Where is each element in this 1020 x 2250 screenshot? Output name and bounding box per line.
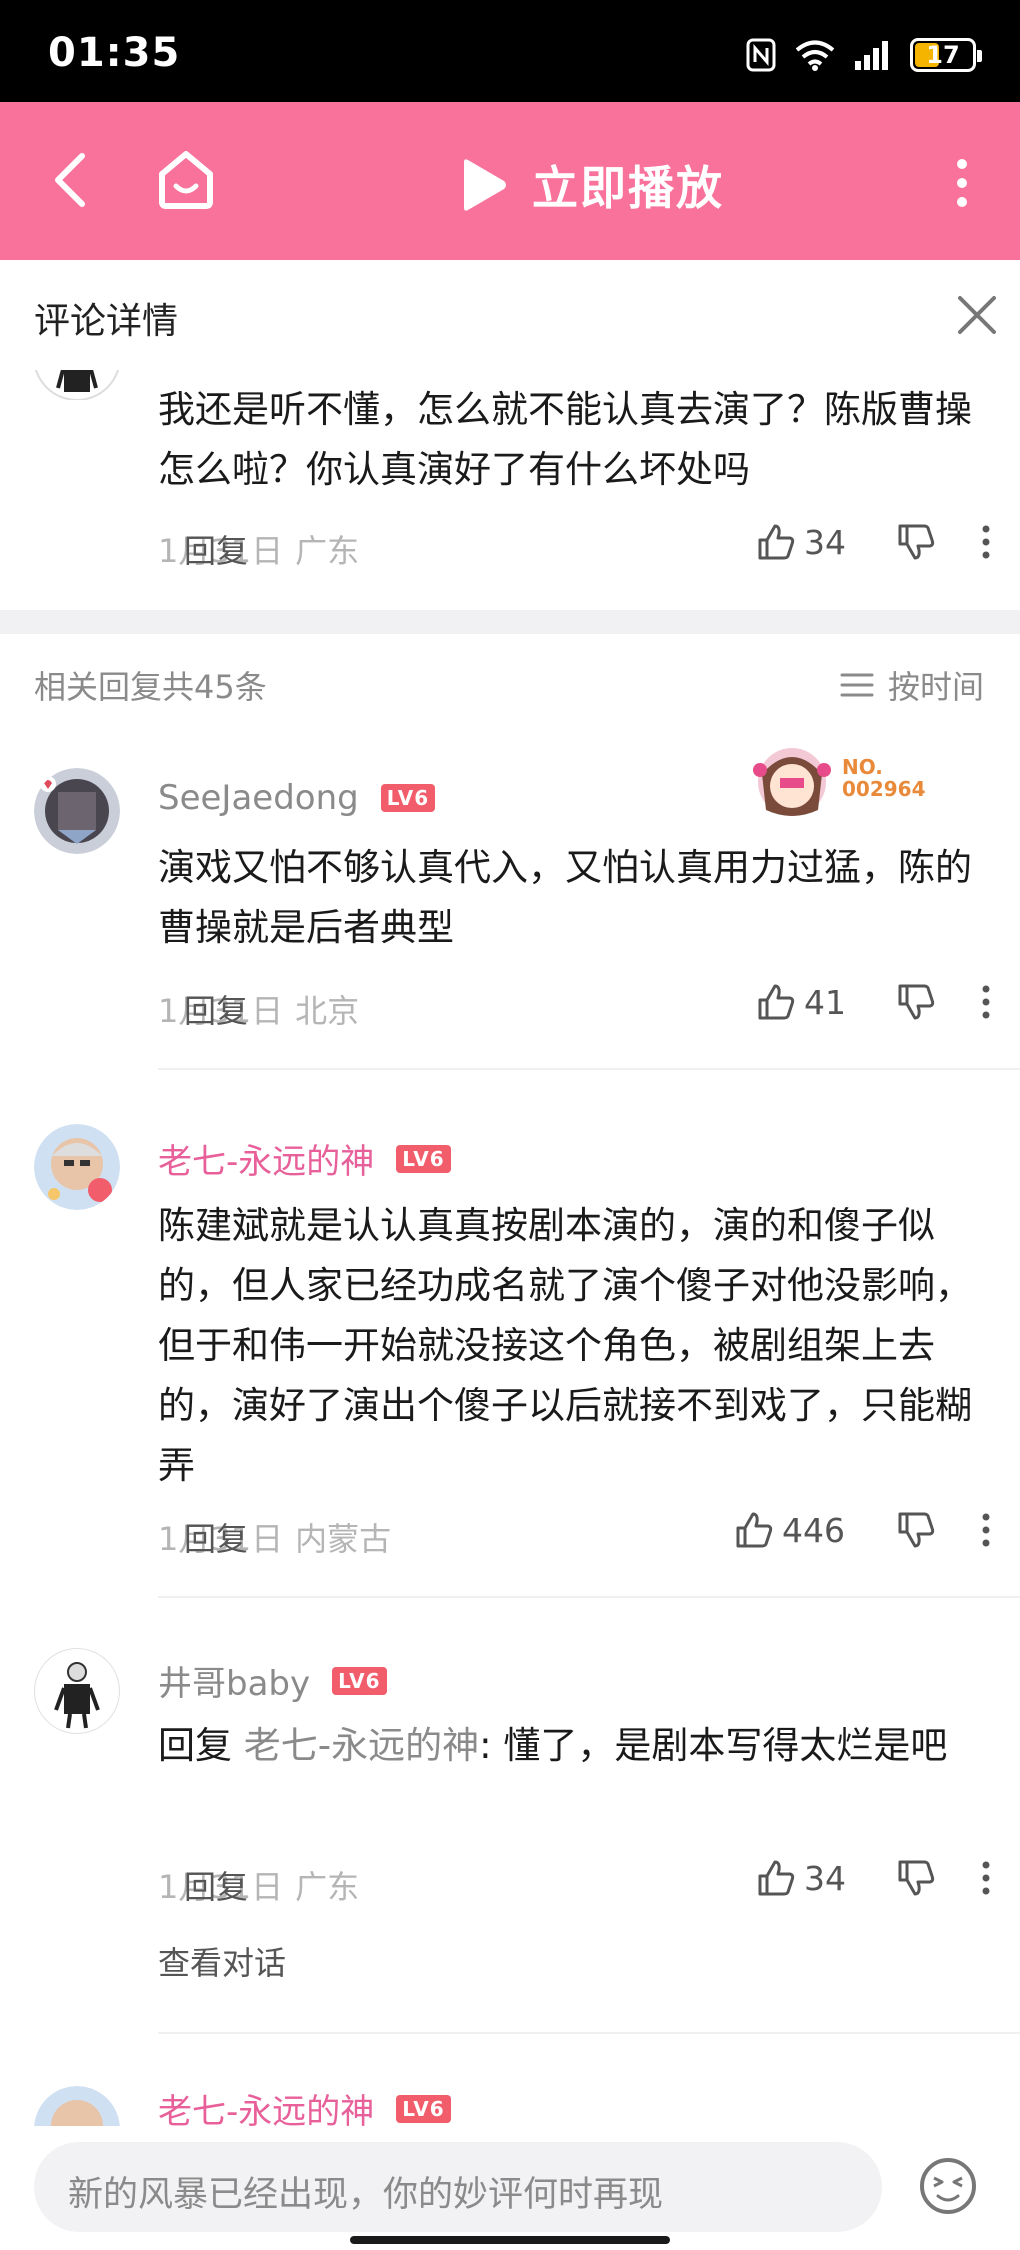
dislike-icon[interactable] bbox=[896, 522, 936, 562]
reply-username[interactable]: SeeJaedong LV6 bbox=[158, 778, 436, 818]
reply-to-username[interactable]: 老七-永远的神 bbox=[244, 1724, 479, 1767]
reply-meta: 1月31日 内蒙古 回复 bbox=[158, 1514, 391, 1560]
reply-username[interactable]: 老七-永远的神 LV6 bbox=[158, 1134, 451, 1183]
play-now-button[interactable]: 立即播放 bbox=[456, 152, 724, 218]
back-arrow-icon[interactable] bbox=[44, 148, 104, 212]
like-count: 34 bbox=[804, 1858, 846, 1898]
home-icon[interactable] bbox=[154, 146, 218, 212]
username-text: SeeJaedong bbox=[158, 778, 359, 818]
reply-separator bbox=[158, 2032, 1020, 2034]
like-icon[interactable] bbox=[734, 1510, 774, 1550]
home-indicator bbox=[350, 2236, 670, 2244]
username-text: 老七-永远的神 bbox=[158, 1142, 375, 1182]
reply-meta: 1月31日 广东 回复 bbox=[158, 1862, 359, 1908]
reply-actions: 34 bbox=[756, 1858, 990, 1898]
reply-text: 演戏又怕不够认真代入，又怕认真用力过猛，陈的曹操就是后者典型 bbox=[158, 846, 972, 949]
reply-meta: 1月31日 北京 回复 bbox=[158, 986, 359, 1032]
username-text: 井哥baby bbox=[158, 1664, 311, 1704]
reply-separator bbox=[158, 1596, 1020, 1598]
level-badge: LV6 bbox=[380, 784, 436, 812]
reply-text: 陈建斌就是认认真真按剧本演的，演的和傻子似的，但人家已经功成名就了演个傻子对他没… bbox=[158, 1204, 972, 1487]
main-comment: 我还是听不懂，怎么就不能认真去演了？陈版曹操怎么啦？你认真演好了有什么坏处吗 bbox=[0, 370, 1020, 610]
avatar[interactable] bbox=[34, 768, 120, 854]
avatar[interactable] bbox=[34, 1124, 120, 1210]
like-icon[interactable] bbox=[756, 522, 796, 562]
battery-level: 17 bbox=[926, 41, 960, 69]
username-text: 老七-永远的神 bbox=[158, 2092, 375, 2126]
dislike-icon[interactable] bbox=[896, 982, 936, 1022]
sort-lines-icon bbox=[840, 673, 874, 697]
reply-content: : 懂了，是剧本写得太烂是吧 bbox=[479, 1724, 948, 1767]
comment-input[interactable]: 新的风暴已经出现，你的妙评何时再现 bbox=[34, 2142, 882, 2232]
wifi-icon bbox=[795, 40, 835, 71]
main-comment-actions: 34 bbox=[756, 522, 990, 562]
reply-prefix: 回复 bbox=[158, 1724, 244, 1767]
reply-actions: 41 bbox=[756, 982, 990, 1022]
badge-no-value: 002964 bbox=[842, 777, 926, 801]
level-badge: LV6 bbox=[396, 2094, 451, 2123]
dislike-icon[interactable] bbox=[896, 1510, 936, 1550]
section-divider bbox=[0, 610, 1020, 634]
badge-number: NO. 002964 bbox=[842, 756, 926, 800]
dislike-icon[interactable] bbox=[896, 1858, 936, 1898]
more-vertical-icon[interactable] bbox=[954, 158, 970, 208]
badge-no-label: NO. bbox=[842, 755, 883, 779]
view-dialog-link[interactable]: 查看对话 bbox=[158, 1938, 286, 1984]
main-comment-text: 我还是听不懂，怎么就不能认真去演了？陈版曹操怎么啦？你认真演好了有什么坏处吗 bbox=[158, 388, 972, 491]
reply-text: 回复 老七-永远的神: 懂了，是剧本写得太烂是吧 bbox=[158, 1716, 978, 1776]
emoji-icon[interactable] bbox=[916, 2154, 980, 2218]
reply-username[interactable]: 老七-永远的神 LV6 bbox=[158, 2084, 451, 2126]
main-comment-meta: 1月31日 广东 回复 bbox=[158, 526, 359, 572]
status-bar: 01:35 17 bbox=[0, 0, 1020, 102]
status-icons: 17 bbox=[746, 38, 982, 72]
more-dots-icon[interactable] bbox=[982, 1513, 990, 1547]
replies-header: 相关回复共45条 按时间 bbox=[0, 634, 1020, 734]
reply-username[interactable]: 井哥baby LV6 bbox=[158, 1656, 387, 1705]
sort-label: 按时间 bbox=[887, 668, 984, 706]
level-badge: LV6 bbox=[332, 1666, 387, 1695]
more-dots-icon[interactable] bbox=[982, 1861, 990, 1895]
reply-item: 老七-永远的神 LV6 bbox=[0, 2080, 1020, 2126]
comment-input-placeholder: 新的风暴已经出现，你的妙评何时再现 bbox=[68, 2175, 664, 2215]
sheet-title: 评论详情 bbox=[34, 301, 179, 342]
like-icon[interactable] bbox=[756, 982, 796, 1022]
replies-count: 相关回复共45条 bbox=[34, 668, 267, 706]
like-count: 446 bbox=[782, 1510, 845, 1550]
close-icon[interactable] bbox=[956, 294, 998, 336]
like-icon[interactable] bbox=[756, 1858, 796, 1898]
like-count: 34 bbox=[804, 522, 846, 562]
avatar[interactable] bbox=[34, 370, 120, 400]
signal-icon bbox=[855, 41, 888, 70]
play-icon bbox=[464, 159, 506, 211]
status-time: 01:35 bbox=[48, 30, 181, 76]
level-badge: LV6 bbox=[396, 1144, 451, 1173]
more-dots-icon[interactable] bbox=[982, 525, 990, 559]
play-now-label: 立即播放 bbox=[532, 161, 724, 215]
battery-icon: 17 bbox=[910, 38, 982, 72]
fan-badge: NO. 002964 bbox=[746, 740, 936, 824]
top-navbar: 立即播放 bbox=[0, 102, 1020, 260]
avatar[interactable] bbox=[34, 1648, 120, 1734]
avatar[interactable] bbox=[34, 2086, 120, 2126]
nfc-icon bbox=[746, 38, 776, 72]
more-dots-icon[interactable] bbox=[982, 985, 990, 1019]
comment-detail-header: 评论详情 bbox=[0, 260, 1020, 370]
reply-actions: 446 bbox=[734, 1510, 990, 1550]
reply-separator bbox=[158, 1068, 1020, 1070]
like-count: 41 bbox=[804, 982, 846, 1022]
comment-input-bar: 新的风暴已经出现，你的妙评何时再现 bbox=[0, 2126, 1020, 2250]
sort-button[interactable]: 按时间 bbox=[840, 662, 984, 708]
